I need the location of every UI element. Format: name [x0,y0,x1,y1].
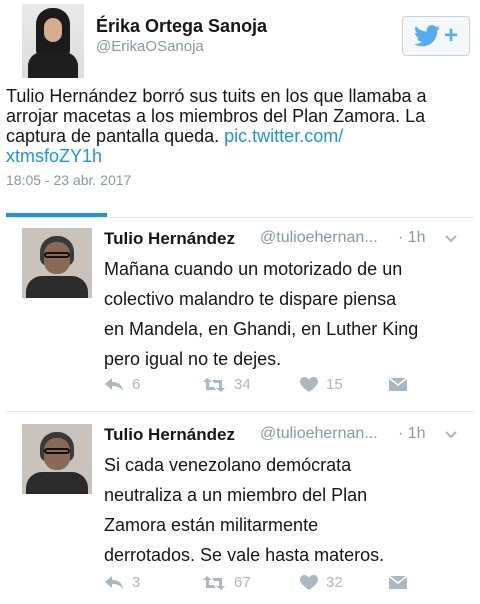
reply-action: 6 [104,376,140,393]
retweet-icon [203,377,225,392]
tweet-actions: 3 67 32 [104,574,434,596]
like-action: 32 [300,574,343,591]
dm-action [388,574,408,590]
like-action: 15 [300,376,343,393]
embedded-tweet-text: Mañana cuando un motorizado de un colecti… [104,254,464,374]
main-tweet-text: Tulio Hernández borró sus tuits en los q… [6,86,476,166]
embedded-tweet: Tulio Hernández @tulioehernan... · 1h Ma… [6,218,474,412]
embedded-line: Si cada venezolano demócrata [104,455,352,475]
reply-action: 3 [104,574,140,591]
heart-icon [300,574,318,590]
chevron-down-icon [445,235,457,243]
reply-icon [105,575,123,589]
reply-count: 6 [132,376,141,393]
embedded-line: neutraliza a un miembro del Plan [104,485,368,505]
chevron-down-icon [445,431,457,439]
embedded-line: derrotados. Se vale hasta materos. [104,545,385,565]
tweet-header: Érika Ortega Sanoja @ErikaOSanoja + [0,0,480,80]
retweet-action: 34 [202,376,251,393]
embedded-author-handle: @tulioehernan... [260,229,378,246]
embedded-screenshot[interactable]: Tulio Hernández @tulioehernan... · 1h Ma… [6,217,474,604]
embedded-author-name: Tulio Hernández [104,425,235,444]
embedded-tweet: Tulio Hernández @tulioehernan... · 1h Si… [6,412,474,604]
embedded-line: Mañana cuando un motorizado de un [104,259,403,279]
avatar [22,228,92,298]
dm-action [388,376,408,392]
reply-count: 3 [132,574,141,591]
retweet-action: 67 [202,574,251,591]
embedded-line: pero igual no te dejes. [104,349,282,369]
photo-link-continued[interactable]: xtmsfoZY1h [6,146,102,166]
main-tweet-line-2: arrojar macetas a los miembros del Plan … [6,106,426,126]
embedded-line: en Mandela, en Ghandi, en Luther King [104,319,419,339]
heart-icon [300,376,318,392]
like-count: 32 [326,574,343,591]
main-tweet-line-3: captura de pantalla queda. [6,126,225,146]
reply-icon [105,377,123,391]
embedded-line: Zamora están militarmente [104,515,319,535]
tweet-actions: 6 34 15 [104,376,434,398]
follow-plus: + [443,22,458,49]
direct-message-icon [388,377,408,391]
embedded-author-name: Tulio Hernández [104,229,235,248]
embedded-time: · 1h [398,229,426,246]
photo-link[interactable]: pic.twitter.com/ [224,126,343,146]
avatar [22,424,92,494]
author-handle[interactable]: @ErikaOSanoja [96,38,204,55]
author-name[interactable]: Érika Ortega Sanoja [96,16,267,37]
like-count: 15 [326,376,343,393]
embedded-time: · 1h [398,425,426,442]
author-avatar[interactable] [22,4,84,78]
embedded-tweet-text: Si cada venezolano demócrata neutraliza a… [104,450,464,570]
embedded-author-handle: @tulioehernan... [260,425,378,442]
main-tweet-line-1: Tulio Hernández borró sus tuits en los q… [6,86,427,106]
retweet-count: 34 [234,376,251,393]
direct-message-icon [388,575,408,589]
twitter-bird-icon [413,25,440,47]
retweet-icon [203,575,225,590]
retweet-count: 67 [234,574,251,591]
embedded-line: colectivo malandro te dispare piensa [104,289,397,309]
follow-button[interactable]: + [402,16,470,56]
tweet-timestamp[interactable]: 18:05 - 23 abr. 2017 [6,172,131,188]
